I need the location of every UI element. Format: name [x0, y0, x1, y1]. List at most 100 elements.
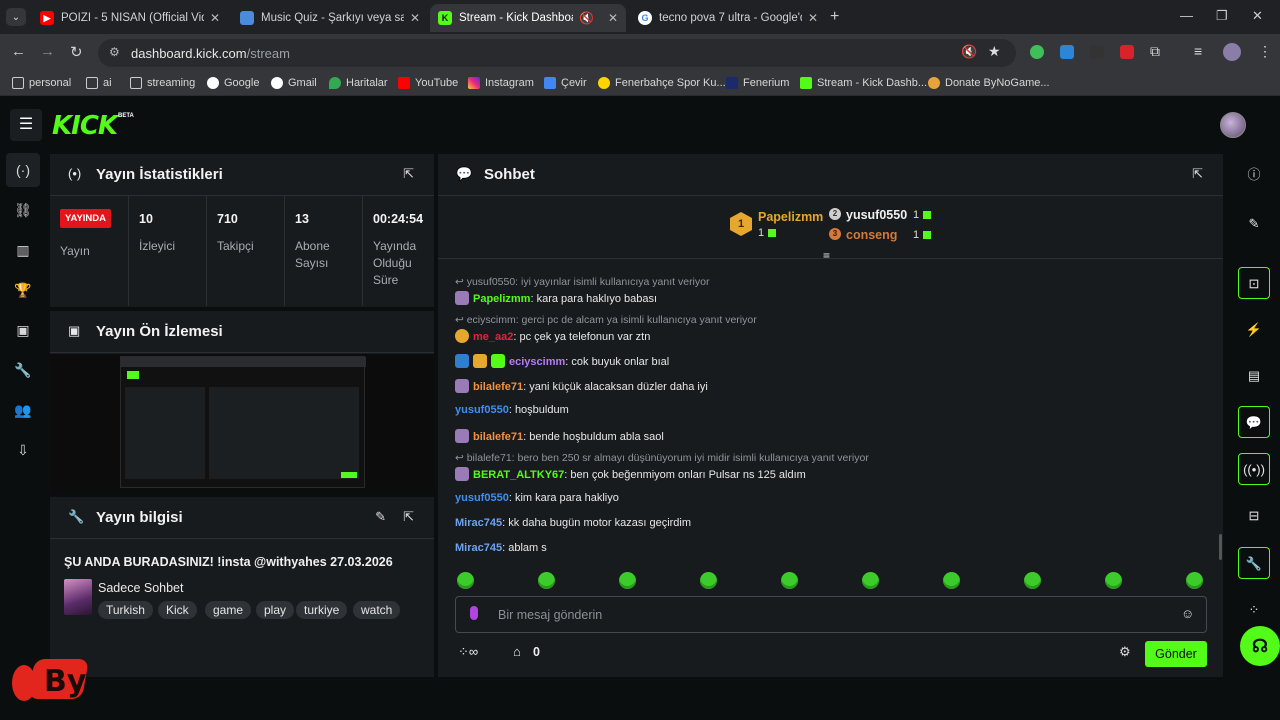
- chat-username[interactable]: yusuf0550: [455, 492, 509, 504]
- close-icon[interactable]: ✕: [410, 11, 420, 25]
- bookmark-folder-ai[interactable]: ai: [86, 77, 112, 89]
- bookmark-instagram[interactable]: Instagram: [468, 77, 534, 89]
- chat-username[interactable]: Papelizmm: [473, 293, 530, 305]
- bookmark-kick[interactable]: Stream - Kick Dashb...: [800, 77, 927, 89]
- tag[interactable]: Turkish: [98, 601, 153, 619]
- tab-muted-icon[interactable]: 🔇: [961, 44, 977, 60]
- info-icon[interactable]: ⓘ: [1238, 159, 1270, 191]
- tools-nav-icon[interactable]: 🔧: [6, 353, 40, 387]
- extensions-puzzle-icon[interactable]: ⧉: [1150, 43, 1160, 60]
- bookmark-gmail[interactable]: Gmail: [271, 77, 317, 89]
- emote-icon[interactable]: [781, 572, 798, 589]
- microphone-icon[interactable]: [470, 606, 478, 620]
- chat-username[interactable]: Mirac745: [455, 517, 502, 529]
- video-nav-icon[interactable]: ▣: [6, 313, 40, 347]
- chat-settings-gear-icon[interactable]: ⚙: [1119, 644, 1131, 660]
- bookmark-folder-streaming[interactable]: streaming: [130, 77, 195, 89]
- user-avatar[interactable]: [1220, 112, 1246, 138]
- stream-preview-video[interactable]: [120, 356, 366, 488]
- emote-icon[interactable]: [1105, 572, 1122, 589]
- payout-nav-icon[interactable]: ⇩: [6, 433, 40, 467]
- close-icon[interactable]: ✕: [808, 11, 818, 25]
- emote-icon[interactable]: [619, 572, 636, 589]
- close-window-icon[interactable]: ✕: [1252, 8, 1263, 24]
- bookmark-star-icon[interactable]: ★: [988, 43, 1001, 60]
- bookmark-fenerbahce[interactable]: Fenerbahçe Spor Ku...: [598, 77, 726, 89]
- camera-toggle-icon[interactable]: ⊡: [1238, 267, 1270, 299]
- layout-icon[interactable]: ⊟: [1238, 500, 1270, 532]
- emote-icon[interactable]: [862, 572, 879, 589]
- edit-icon[interactable]: ✎: [375, 509, 386, 525]
- send-button[interactable]: Gönder: [1145, 641, 1207, 667]
- chat-username[interactable]: eciyscimm: [509, 356, 565, 368]
- new-tab-button[interactable]: +: [830, 8, 839, 26]
- emote-icon[interactable]: [943, 572, 960, 589]
- chat-message-input[interactable]: Bir mesaj gönderin ☺: [455, 596, 1207, 633]
- vpn-extension-icon[interactable]: [1030, 45, 1044, 59]
- close-icon[interactable]: ✕: [210, 11, 220, 25]
- emote-icon[interactable]: [538, 572, 555, 589]
- analytics-nav-icon[interactable]: ▥: [6, 233, 40, 267]
- site-info-icon[interactable]: ⚙: [109, 45, 120, 59]
- emote-icon[interactable]: [1186, 572, 1203, 589]
- stream-nav-icon[interactable]: (·): [6, 153, 40, 187]
- tag[interactable]: turkiye: [296, 601, 348, 619]
- bookmark-youtube[interactable]: YouTube: [398, 77, 458, 89]
- emoji-picker-icon[interactable]: ☺: [1181, 606, 1194, 621]
- tag[interactable]: play: [256, 601, 295, 619]
- tab-search-icon[interactable]: ⌄: [6, 8, 26, 26]
- bookmark-bynogame[interactable]: Donate ByNoGame...: [928, 77, 1050, 89]
- chat-username[interactable]: me_aa2: [473, 331, 513, 343]
- chat-username[interactable]: bilalefe71: [473, 381, 523, 393]
- chat-username[interactable]: yusuf0550: [455, 404, 509, 416]
- back-icon[interactable]: ←: [11, 43, 26, 60]
- menu-hamburger-icon[interactable]: ☰: [10, 109, 42, 141]
- maximize-icon[interactable]: ❐: [1216, 8, 1228, 24]
- translate-extension-icon[interactable]: [1060, 45, 1074, 59]
- minimize-icon[interactable]: —: [1180, 8, 1193, 23]
- lightning-icon[interactable]: ⚡: [1238, 314, 1270, 346]
- tag[interactable]: Kick: [158, 601, 197, 619]
- points-infinity-icon[interactable]: ⁘∞: [458, 644, 478, 660]
- mute-icon[interactable]: 🔇: [579, 11, 594, 25]
- tab-youtube[interactable]: ▶ POIZI - 5 NİSAN (Official Video ✕: [32, 4, 228, 32]
- store-icon[interactable]: ⌂: [513, 644, 521, 659]
- link-nav-icon[interactable]: ⛓: [6, 193, 40, 227]
- youtube-extension-icon[interactable]: [1120, 45, 1134, 59]
- category-name[interactable]: Sadece Sohbet: [98, 581, 184, 595]
- popout-icon[interactable]: ⇱: [1192, 166, 1203, 182]
- reload-icon[interactable]: ↻: [70, 43, 83, 61]
- trophy-nav-icon[interactable]: 🏆: [6, 273, 40, 307]
- tag[interactable]: game: [205, 601, 252, 619]
- collapse-leaderboard-icon[interactable]: ≡: [823, 249, 830, 263]
- chat-username[interactable]: BERAT_ALTKY67: [473, 469, 564, 481]
- address-bar[interactable]: ⚙ dashboard.kick.com/stream 🔇 ★: [98, 39, 1016, 67]
- top-gifter-name[interactable]: yusuf0550: [846, 208, 907, 222]
- tools-toggle-icon[interactable]: 🔧: [1238, 547, 1270, 579]
- profile-avatar-icon[interactable]: [1223, 43, 1241, 61]
- top-gifter-name[interactable]: Papelizmm: [758, 210, 823, 224]
- tag[interactable]: watch: [353, 601, 401, 619]
- chat-toggle-icon[interactable]: 💬: [1238, 406, 1270, 438]
- tab-google[interactable]: G tecno pova 7 ultra - Google'da ✕: [630, 4, 826, 32]
- broadcast-toggle-icon[interactable]: ((•)): [1238, 453, 1270, 485]
- top-gifter-name[interactable]: conseng: [846, 228, 897, 242]
- bookmark-fenerium[interactable]: Fenerium: [726, 77, 789, 89]
- chat-scrollbar[interactable]: [1219, 534, 1222, 560]
- chat-username[interactable]: bilalefe71: [473, 431, 523, 443]
- support-headset-icon[interactable]: ☊: [1240, 626, 1280, 666]
- emote-icon[interactable]: [1024, 572, 1041, 589]
- emote-icon[interactable]: [700, 572, 717, 589]
- bookmark-cevir[interactable]: Çevir: [544, 77, 587, 89]
- tab-music-quiz[interactable]: Music Quiz - Şarkıyı veya sanatç ✕: [232, 4, 428, 32]
- browser-menu-icon[interactable]: ⋮: [1258, 43, 1272, 60]
- tab-kick-dashboard[interactable]: K Stream - Kick Dashboard 🔇 ✕: [430, 4, 626, 32]
- popout-icon[interactable]: ⇱: [403, 509, 414, 525]
- bookmark-google[interactable]: Google: [207, 77, 259, 89]
- notes-icon[interactable]: ▤: [1238, 360, 1270, 392]
- close-icon[interactable]: ✕: [608, 11, 618, 25]
- bookmark-haritalar[interactable]: Haritalar: [329, 77, 388, 89]
- chat-username[interactable]: Mirac745: [455, 542, 502, 554]
- kick-logo[interactable]: KICK: [52, 111, 118, 141]
- popout-icon[interactable]: ⇱: [403, 166, 414, 182]
